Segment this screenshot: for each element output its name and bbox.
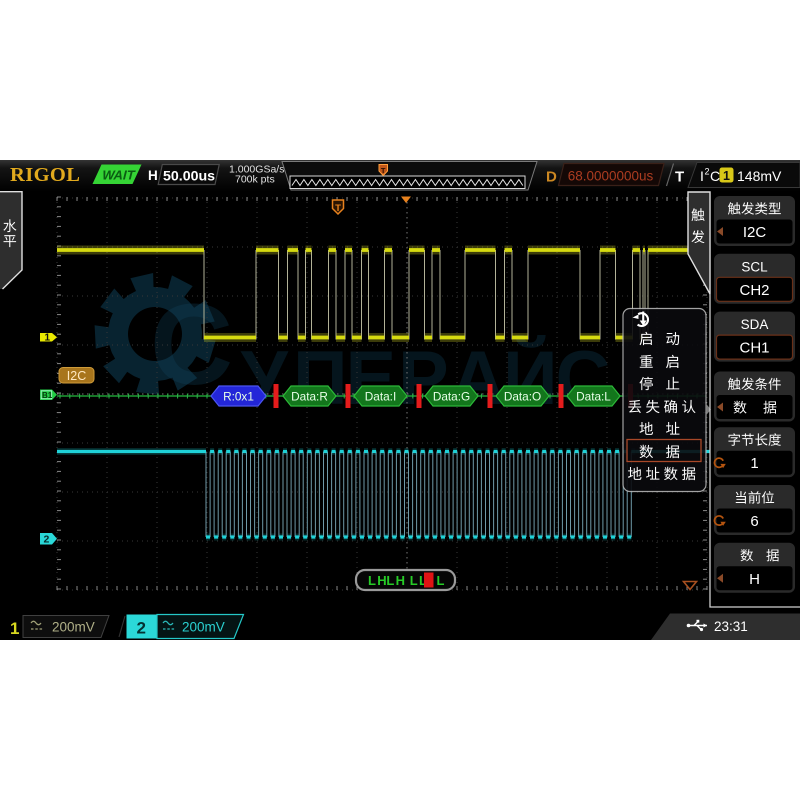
svg-text:SDA: SDA <box>741 317 769 332</box>
svg-text:SCL: SCL <box>741 259 768 274</box>
svg-text:CH1: CH1 <box>739 340 769 357</box>
svg-text:T: T <box>335 203 341 214</box>
svg-text:I: I <box>700 168 704 184</box>
svg-text:Е: Е <box>346 336 397 421</box>
svg-text:Data:G: Data:G <box>433 389 470 403</box>
svg-text:2: 2 <box>137 619 146 638</box>
svg-text:H: H <box>148 168 158 183</box>
svg-text:Р: Р <box>398 336 449 421</box>
svg-text:H: H <box>396 573 405 588</box>
svg-text:1: 1 <box>45 333 51 344</box>
svg-text:WAIT: WAIT <box>101 168 137 183</box>
svg-text:D: D <box>546 169 557 186</box>
svg-text:H: H <box>377 573 386 588</box>
svg-text:Й: Й <box>503 335 558 421</box>
svg-text:L: L <box>368 573 376 588</box>
svg-text:200mV: 200mV <box>52 620 95 635</box>
svg-text:L: L <box>437 573 445 588</box>
svg-text:I2C: I2C <box>67 369 86 383</box>
svg-text:C: C <box>710 168 720 184</box>
svg-text:B1: B1 <box>42 391 53 400</box>
svg-text:1: 1 <box>10 619 19 638</box>
svg-text:23:31: 23:31 <box>714 619 748 634</box>
svg-text:1: 1 <box>750 455 758 472</box>
svg-text:L: L <box>386 573 394 588</box>
svg-text:У: У <box>241 336 289 421</box>
svg-text:Data:R: Data:R <box>291 389 328 403</box>
svg-text:50.00us: 50.00us <box>163 169 215 185</box>
svg-text:L: L <box>410 573 418 588</box>
svg-text:H: H <box>749 571 760 588</box>
svg-text:148mV: 148mV <box>737 168 782 184</box>
svg-text:1: 1 <box>723 169 730 183</box>
svg-text:RIGOL: RIGOL <box>10 164 80 186</box>
svg-text:Data:L: Data:L <box>576 389 611 403</box>
svg-text:200mV: 200mV <box>182 620 225 635</box>
svg-text:R:0x1: R:0x1 <box>223 389 254 403</box>
svg-text:T: T <box>381 166 386 175</box>
svg-text:2: 2 <box>44 534 50 546</box>
svg-text:Data:O: Data:O <box>504 389 541 403</box>
svg-text:П: П <box>293 336 348 421</box>
svg-text:Data:I: Data:I <box>365 389 396 403</box>
svg-text:А: А <box>451 336 506 421</box>
svg-text:С: С <box>556 336 611 421</box>
svg-text:68.0000000us: 68.0000000us <box>568 169 654 184</box>
svg-text:CH2: CH2 <box>739 282 769 299</box>
svg-text:700k pts: 700k pts <box>235 174 275 186</box>
svg-text:6: 6 <box>750 513 758 530</box>
svg-text:2: 2 <box>705 167 710 177</box>
svg-text:T: T <box>675 169 684 186</box>
svg-text:I2C: I2C <box>743 224 767 241</box>
